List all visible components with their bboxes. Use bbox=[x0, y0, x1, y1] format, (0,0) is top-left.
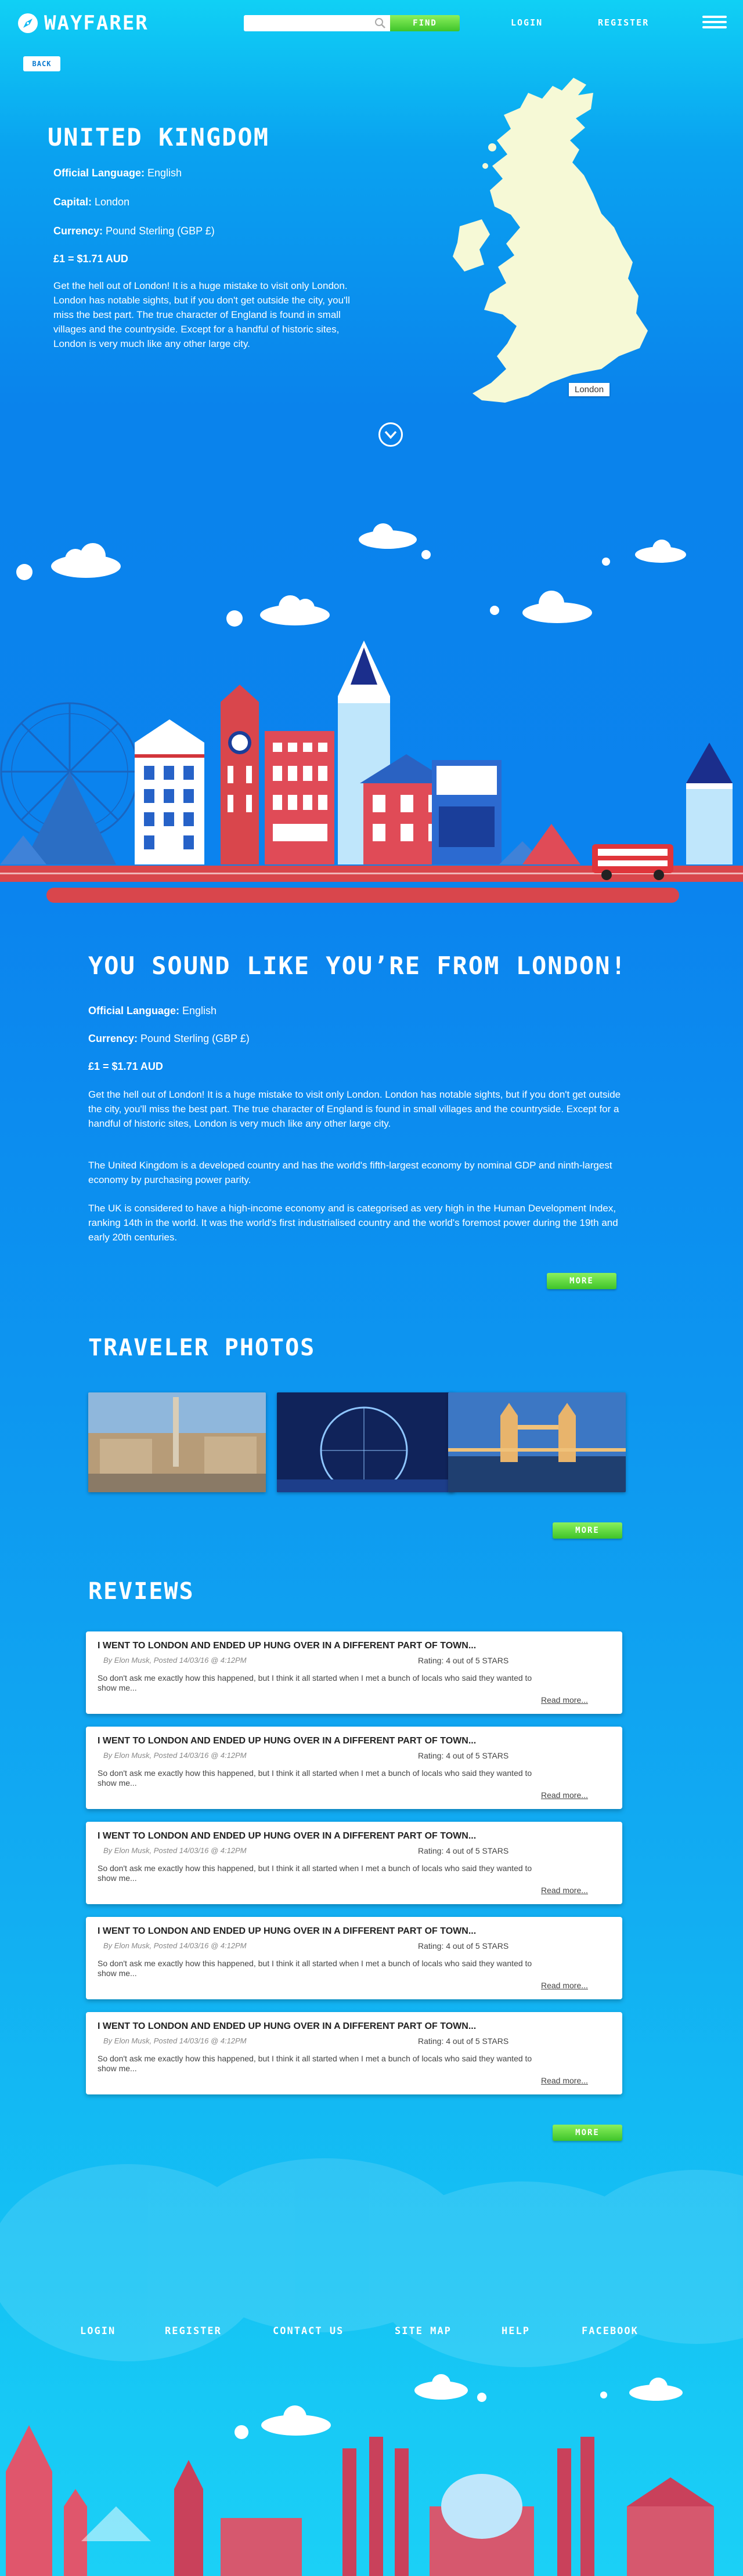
review-rating: Rating: 4 out of 5 STARS bbox=[418, 1751, 509, 1760]
review-title: I WENT TO LONDON AND ENDED UP HUNG OVER … bbox=[98, 1736, 477, 1746]
compass-icon bbox=[18, 13, 38, 33]
info-more-button[interactable]: MORE bbox=[547, 1273, 616, 1289]
review-text: So don't ask me exactly how this happene… bbox=[98, 2054, 532, 2073]
tower bbox=[342, 2437, 409, 2576]
tower bbox=[174, 2460, 203, 2576]
photo-london-eye[interactable] bbox=[277, 1392, 455, 1492]
building bbox=[135, 719, 204, 864]
review-rating: Rating: 4 out of 5 STARS bbox=[418, 1846, 509, 1855]
review-byline: By Elon Musk, Posted 14/03/16 @ 4:12PM bbox=[103, 1751, 247, 1760]
scroll-down-button[interactable] bbox=[378, 422, 403, 447]
cloud bbox=[635, 540, 686, 563]
review-text: So don't ask me exactly how this happene… bbox=[98, 1959, 532, 1978]
hero-currency: Currency: Pound Sterling (GBP £) bbox=[53, 225, 215, 237]
review-byline: By Elon Musk, Posted 14/03/16 @ 4:12PM bbox=[103, 1656, 247, 1665]
reviews-title: REVIEWS bbox=[88, 1578, 194, 1605]
cloud bbox=[629, 2378, 683, 2401]
review-text: So don't ask me exactly how this happene… bbox=[98, 1864, 532, 1883]
review-text: So don't ask me exactly how this happene… bbox=[98, 1673, 532, 1692]
review-title: I WENT TO LONDON AND ENDED UP HUNG OVER … bbox=[98, 1926, 477, 1936]
tower bbox=[557, 2437, 594, 2576]
nav-login-link[interactable]: LOGIN bbox=[511, 17, 543, 28]
search-icon[interactable] bbox=[374, 17, 387, 29]
review-byline: By Elon Musk, Posted 14/03/16 @ 4:12PM bbox=[103, 2036, 247, 2045]
review-card: I WENT TO LONDON AND ENDED UP HUNG OVER … bbox=[86, 2012, 622, 2094]
building bbox=[432, 760, 502, 864]
photos-title: TRAVELER PHOTOS bbox=[88, 1334, 316, 1361]
cloud bbox=[414, 2374, 468, 2400]
review-rating: Rating: 4 out of 5 STARS bbox=[418, 1941, 509, 1951]
review-read-more-link[interactable]: Read more... bbox=[541, 1886, 588, 1895]
review-title: I WENT TO LONDON AND ENDED UP HUNG OVER … bbox=[98, 1831, 477, 1841]
review-read-more-link[interactable]: Read more... bbox=[541, 1695, 588, 1705]
cloud bbox=[260, 595, 330, 625]
find-button[interactable]: FIND bbox=[390, 15, 460, 31]
photo-tower-bridge[interactable] bbox=[448, 1392, 626, 1492]
review-read-more-link[interactable]: Read more... bbox=[541, 1790, 588, 1800]
footer-link-site-map[interactable]: SITE MAP bbox=[395, 2325, 452, 2337]
review-card: I WENT TO LONDON AND ENDED UP HUNG OVER … bbox=[86, 1822, 622, 1904]
info-paragraph: Get the hell out of London! It is a huge… bbox=[88, 1089, 621, 1129]
info-paragraph: The UK is considered to have a high-inco… bbox=[88, 1203, 618, 1243]
review-card: I WENT TO LONDON AND ENDED UP HUNG OVER … bbox=[86, 1917, 622, 1999]
clock-tower bbox=[221, 685, 259, 864]
uk-map bbox=[453, 78, 648, 403]
review-byline: By Elon Musk, Posted 14/03/16 @ 4:12PM bbox=[103, 1846, 247, 1855]
footer-link-facebook[interactable]: FACEBOOK bbox=[582, 2325, 639, 2337]
hero-capital: Capital: London bbox=[53, 196, 130, 208]
cloud bbox=[359, 523, 417, 549]
hero-description: Get the hell out of London! It is a huge… bbox=[53, 280, 350, 349]
london-skyline-illustration bbox=[0, 523, 743, 903]
review-title: I WENT TO LONDON AND ENDED UP HUNG OVER … bbox=[98, 2021, 477, 2031]
footer-link-contact-us[interactable]: CONTACT US bbox=[273, 2325, 344, 2337]
tower bbox=[64, 2489, 87, 2576]
cloud bbox=[522, 591, 592, 623]
hero-exchange-rate: £1 = $1.71 AUD bbox=[53, 253, 128, 265]
country-title: UNITED KINGDOM bbox=[48, 123, 270, 151]
review-card: I WENT TO LONDON AND ENDED UP HUNG OVER … bbox=[86, 1727, 622, 1809]
tower bbox=[686, 743, 733, 864]
dome bbox=[430, 2474, 534, 2576]
header: WAYFARER FIND LOGIN REGISTER bbox=[0, 0, 743, 45]
review-title: I WENT TO LONDON AND ENDED UP HUNG OVER … bbox=[98, 1641, 477, 1651]
building bbox=[265, 731, 334, 864]
back-button[interactable]: BACK bbox=[23, 56, 60, 71]
info-paragraph: The United Kingdom is a developed countr… bbox=[88, 1160, 612, 1185]
info-exchange-rate: £1 = $1.71 AUD bbox=[88, 1061, 163, 1072]
hamburger-menu-icon[interactable] bbox=[702, 13, 727, 31]
footer-link-register[interactable]: REGISTER bbox=[165, 2325, 222, 2337]
review-byline: By Elon Musk, Posted 14/03/16 @ 4:12PM bbox=[103, 1941, 247, 1950]
cloud bbox=[51, 543, 121, 578]
review-card: I WENT TO LONDON AND ENDED UP HUNG OVER … bbox=[86, 1631, 622, 1714]
photos-more-button[interactable]: MORE bbox=[553, 1522, 622, 1539]
footer-illustration bbox=[0, 2158, 743, 2576]
search-input[interactable] bbox=[244, 15, 390, 31]
map-city-label[interactable]: London bbox=[569, 383, 610, 396]
hero-language: Official Language: English bbox=[53, 167, 182, 179]
reviews-more-button[interactable]: MORE bbox=[553, 2125, 622, 2141]
review-rating: Rating: 4 out of 5 STARS bbox=[418, 1656, 509, 1665]
logo-text: WAYFARER bbox=[44, 12, 149, 35]
review-read-more-link[interactable]: Read more... bbox=[541, 2076, 588, 2085]
info-language: Official Language: English bbox=[88, 1005, 217, 1016]
info-currency: Currency: Pound Sterling (GBP £) bbox=[88, 1033, 250, 1044]
footer-link-login[interactable]: LOGIN bbox=[80, 2325, 116, 2337]
review-text: So don't ask me exactly how this happene… bbox=[98, 1768, 532, 1788]
section-title: YOU SOUND LIKE YOU’RE FROM LONDON! bbox=[88, 951, 627, 980]
cloud bbox=[261, 2405, 331, 2436]
photo-trafalgar-square[interactable] bbox=[88, 1392, 266, 1492]
logo[interactable]: WAYFARER bbox=[17, 12, 149, 35]
review-read-more-link[interactable]: Read more... bbox=[541, 1981, 588, 1990]
nav-register-link[interactable]: REGISTER bbox=[598, 17, 649, 28]
chevron-down-icon bbox=[384, 430, 397, 439]
tower bbox=[6, 2425, 52, 2576]
review-rating: Rating: 4 out of 5 STARS bbox=[418, 2036, 509, 2046]
footer-link-help[interactable]: HELP bbox=[502, 2325, 530, 2337]
